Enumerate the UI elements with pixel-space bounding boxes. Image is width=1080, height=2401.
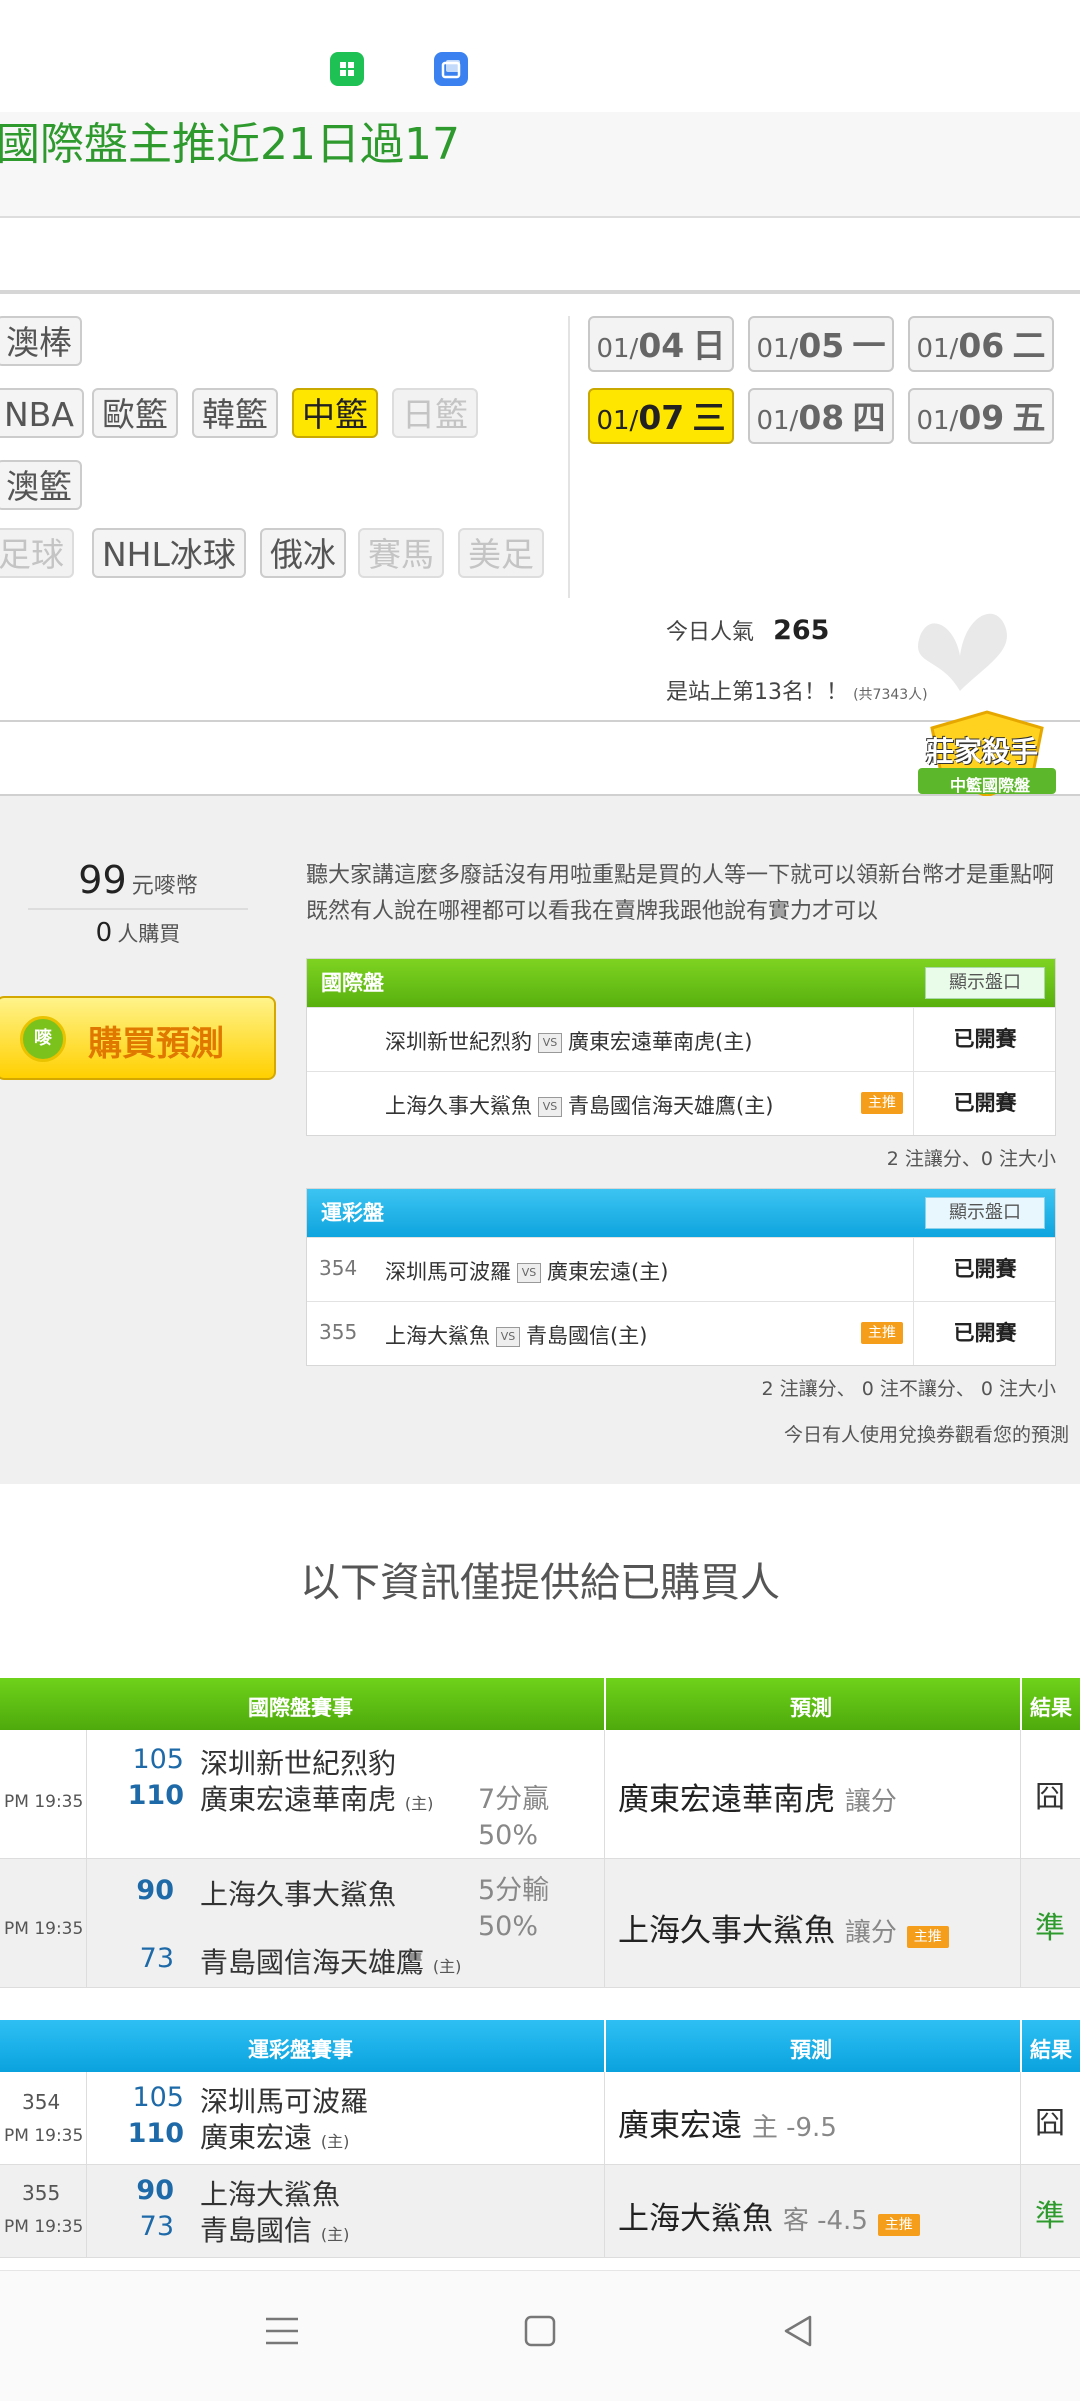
show-odds-button[interactable]: 顯示盤口 (925, 967, 1045, 999)
table-row: PM 19:35 105 深圳新世紀烈豹 110 廣東宏遠華南虎 (主) 7分贏… (0, 1730, 1080, 1859)
popularity-label: 今日人氣 (666, 620, 755, 645)
badge-subtitle: 中籃國際盤 (950, 776, 1031, 795)
intl-results-header: 國際盤賽事 預測 結果 (0, 1678, 1080, 1730)
buy-prediction-button[interactable]: 嘜 購買預測 (0, 996, 276, 1080)
table-row[interactable]: 355 上海大鯊魚 VS 青島國信(主) 主推 已開賽 (307, 1301, 1055, 1365)
category-china-basketball[interactable]: 中籃 (292, 388, 378, 438)
lottery-summary: 2 注讓分、 0 注不讓分、 0 注大小 (761, 1378, 1056, 1400)
spacer-band (0, 216, 1080, 294)
description-text: 聽大家講這麼多廢話沒有用啦重點是買的人等一下就可以領新台幣才是重點啊既然有人說在… (306, 863, 1055, 924)
show-odds-button[interactable]: 顯示盤口 (925, 1197, 1045, 1229)
rank-total: (共7343人) (853, 687, 928, 703)
vs-icon: VS (538, 1097, 562, 1117)
date-0109[interactable]: 01/09 五 (908, 388, 1054, 444)
buyer-count: 0 (95, 918, 113, 948)
table-row[interactable]: 354 深圳馬可波羅 VS 廣東宏遠(主) 已開賽 (307, 1237, 1055, 1301)
price-box: 99 元嘜幣 0 人購買 (0, 858, 276, 948)
category-nba[interactable]: NBA (0, 388, 84, 438)
category-euro-basketball[interactable]: 歐籃 (92, 388, 178, 438)
info-title: 以下資訊僅提供給已購買人 (300, 1560, 780, 1606)
category-nhl[interactable]: NHL冰球 (92, 528, 246, 578)
filter-divider (568, 316, 570, 598)
main-pick-badge: 主推 (861, 1322, 903, 1344)
lottery-results-header: 運彩盤賽事 預測 結果 (0, 2020, 1080, 2072)
category-russia-hockey[interactable]: 俄冰 (260, 528, 346, 578)
exchange-note: 今日有人使用兌換券觀看您的預測 (784, 1424, 1070, 1446)
category-football[interactable]: 足球 (0, 528, 74, 578)
result-lose: 囧 (1035, 2106, 1065, 2141)
intl-summary: 2 注讓分、0 注大小 (886, 1148, 1056, 1170)
date-0107[interactable]: 01/07 三 (588, 388, 734, 444)
price-unit: 元嘜幣 (131, 874, 198, 899)
date-0105[interactable]: 01/05 一 (748, 316, 894, 372)
app-store-icon (330, 52, 364, 86)
intl-table-header: 國際盤 顯示盤口 (307, 959, 1055, 1007)
date-0106[interactable]: 01/06 二 (908, 316, 1054, 372)
back-icon[interactable] (778, 2311, 818, 2351)
match-status: 已開賽 (913, 1072, 1056, 1135)
popularity: 今日人氣 265 (666, 614, 829, 646)
category-korea-basketball[interactable]: 韓籃 (192, 388, 278, 438)
result-lose: 囧 (1035, 1780, 1065, 1815)
table-row: 354 PM 19:35 105 深圳馬可波羅 110 廣東宏遠 (主) 廣東宏… (0, 2072, 1080, 2165)
banker-killer-badge: 莊家殺手 中籃國際盤 (912, 708, 1062, 804)
table-row[interactable]: 上海久事大鯊魚 VS 青島國信海天雄鷹(主) 主推 已開賽 (307, 1071, 1055, 1135)
main-pick-badge: 主推 (877, 2214, 920, 2236)
vs-icon: VS (496, 1327, 520, 1347)
match-status: 已開賽 (913, 1238, 1056, 1301)
lottery-handicap-table: 運彩盤 顯示盤口 354 深圳馬可波羅 VS 廣東宏遠(主) 已開賽 355 上海大… (306, 1188, 1056, 1366)
intl-handicap-table: 國際盤 顯示盤口 深圳新世紀烈豹 VS 廣東宏遠華南虎(主) 已開賽 上海久事大鯊魚… (306, 958, 1056, 1136)
date-0108[interactable]: 01/08 四 (748, 388, 894, 444)
category-aus-basketball[interactable]: 澳籃 (0, 460, 82, 510)
category-japan-basketball[interactable]: 日籃 (392, 388, 478, 438)
category-horse-racing[interactable]: 賽馬 (358, 528, 444, 578)
main-pick-badge: 主推 (861, 1092, 903, 1114)
popularity-value: 265 (773, 615, 830, 646)
menu-icon[interactable] (262, 2311, 302, 2351)
coin-icon: 嘜 (20, 1016, 66, 1062)
main-pick-badge: 主推 (906, 1926, 949, 1948)
category-aus-baseball[interactable]: 澳棒 (0, 316, 82, 366)
date-0104[interactable]: 01/04 日 (588, 316, 734, 372)
multi-window-icon (434, 52, 468, 86)
vs-icon: VS (517, 1263, 541, 1283)
status-bar (0, 0, 1080, 110)
rank-text: 是站上第13名！！ (共7343人) (666, 680, 928, 705)
category-american-football[interactable]: 美足 (458, 528, 544, 578)
match-status: 已開賽 (913, 1302, 1056, 1365)
buy-button-label: 購買預測 (88, 1024, 224, 1064)
result-win: 準 (1035, 2199, 1065, 2234)
page-title: 國際盤主推近21日過17 (0, 119, 460, 170)
match-status: 已開賽 (913, 1008, 1056, 1071)
buyer-label: 人購買 (117, 922, 181, 946)
home-icon[interactable] (520, 2311, 560, 2351)
table-row: PM 19:35 90 上海久事大鯊魚 73 青島國信海天雄鷹 (主) 5分輸 5… (0, 1859, 1080, 1988)
result-win: 準 (1035, 1911, 1065, 1946)
system-nav-bar (0, 2270, 1080, 2401)
price-amount: 99 (78, 858, 127, 902)
lottery-table-header: 運彩盤 顯示盤口 (307, 1189, 1055, 1237)
table-row: 355 PM 19:35 90 上海大鯊魚 73 青島國信 (主) 上海大鯊魚 … (0, 2165, 1080, 2258)
badge-title: 莊家殺手 (926, 735, 1039, 768)
vs-icon: VS (538, 1033, 562, 1053)
table-row[interactable]: 深圳新世紀烈豹 VS 廣東宏遠華南虎(主) 已開賽 (307, 1007, 1055, 1071)
